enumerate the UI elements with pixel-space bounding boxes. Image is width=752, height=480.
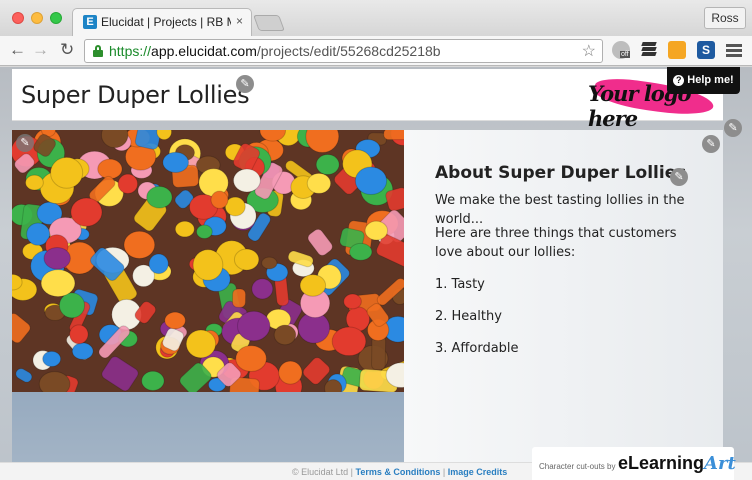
forward-arrow-icon[interactable]: → (32, 40, 49, 60)
edit-title-icon[interactable]: ✎ (236, 75, 254, 93)
browser-tab[interactable]: E Elucidat | Projects | RB Ma × (72, 8, 252, 36)
candy-piece (185, 329, 217, 359)
candy-piece (354, 166, 388, 196)
address-bar[interactable]: https://app.elucidat.com/projects/edit/5… (84, 39, 603, 63)
candy-piece (299, 274, 327, 297)
tab-close-icon[interactable]: × (236, 14, 243, 28)
list-item-affordable[interactable]: 3. Affordable (435, 339, 705, 358)
candy-piece (331, 326, 367, 357)
image-credits-link[interactable]: Image Credits (448, 467, 508, 477)
footer-links: © Elucidat Ltd | Terms & Conditions | Im… (292, 467, 507, 477)
candy-piece (50, 156, 84, 189)
candy-piece (383, 130, 404, 141)
window-minimize-button[interactable] (31, 12, 43, 24)
candy-piece (38, 371, 71, 392)
new-tab-button[interactable] (253, 15, 285, 31)
url-text: https://app.elucidat.com/projects/edit/5… (109, 43, 441, 59)
candy-piece (233, 248, 260, 271)
page-viewport: Super Duper Lollies ✎ Your logo here ? He… (0, 67, 752, 480)
candy-piece (69, 324, 89, 345)
tab-title: Elucidat | Projects | RB Ma (101, 15, 231, 29)
elucidat-favicon-icon: E (83, 15, 97, 29)
reload-icon[interactable]: ↻ (60, 40, 74, 60)
candy-piece (146, 185, 173, 209)
candy-piece (42, 350, 62, 368)
footer-sep: | (348, 467, 356, 477)
edit-section-icon[interactable]: ✎ (724, 119, 742, 137)
url-scheme: https:// (109, 43, 152, 59)
credit-brand-art: Art (704, 453, 736, 474)
candy-piece (364, 220, 389, 241)
edit-image-icon[interactable]: ✎ (16, 134, 34, 152)
s-extension-icon[interactable]: S (697, 41, 715, 59)
footer-sep: | (440, 467, 448, 477)
owl-badge: off (620, 51, 630, 58)
terms-link[interactable]: Terms & Conditions (356, 467, 441, 477)
lock-icon (93, 45, 103, 57)
star-icon[interactable]: ☆ (582, 41, 596, 61)
help-me-button[interactable]: ? Help me! (667, 67, 740, 94)
page-header: Super Duper Lollies ✎ Your logo here (12, 69, 723, 131)
lollies-image[interactable]: ✎ (12, 130, 404, 392)
candy-piece (40, 269, 76, 298)
owl-extension-icon[interactable]: off (612, 41, 630, 59)
candy-piece (235, 345, 267, 372)
candy-piece (148, 253, 169, 275)
candy-piece (97, 158, 123, 180)
candy-piece (236, 310, 271, 342)
candy-piece (25, 174, 44, 191)
candy-piece (43, 246, 71, 270)
candy-piece (70, 197, 103, 227)
help-label: Help me! (687, 74, 734, 86)
back-arrow-icon[interactable]: ← (9, 40, 26, 60)
candy-piece (349, 242, 373, 261)
candy-piece (192, 249, 224, 281)
page-title[interactable]: Super Duper Lollies (21, 81, 250, 109)
buffer-extension-icon[interactable] (640, 41, 658, 59)
url-path: /projects/edit/55268cd25218b (256, 43, 441, 59)
candy-piece (164, 311, 186, 330)
hamburger-menu-icon[interactable] (726, 44, 742, 59)
window-maximize-button[interactable] (50, 12, 62, 24)
about-heading[interactable]: About Super Duper Lollies (435, 163, 686, 183)
note-extension-icon[interactable] (668, 41, 686, 59)
candy-piece (343, 293, 362, 310)
candy-piece (231, 288, 247, 308)
candy-piece (117, 173, 139, 194)
candy-piece (232, 168, 261, 193)
candy-piece (123, 230, 156, 259)
candy-piece (141, 370, 165, 391)
candy-piece (278, 360, 303, 385)
footer-copyright: © Elucidat Ltd (292, 467, 349, 477)
candy-piece (251, 278, 274, 300)
candy-piece (71, 342, 94, 360)
elearning-art-credit[interactable]: Character cut-outs by eLearningArt (532, 447, 736, 480)
list-item-tasty[interactable]: 1. Tasty (435, 275, 705, 294)
elearning-art-logo: eLearningArt (618, 453, 736, 474)
candy-piece (58, 292, 86, 319)
credit-brand: eLearning (618, 453, 705, 473)
list-item-healthy[interactable]: 2. Healthy (435, 307, 705, 326)
candy-piece (196, 224, 213, 239)
question-icon: ? (673, 75, 685, 86)
candy-piece (210, 190, 229, 209)
user-profile-button[interactable]: Ross (704, 7, 746, 29)
candy-piece (273, 324, 297, 346)
edit-heading-icon[interactable]: ✎ (670, 168, 688, 186)
browser-toolbar: ← → ↻ https://app.elucidat.com/projects/… (0, 36, 752, 66)
candy-piece (315, 154, 340, 176)
browser-titlebar: E Elucidat | Projects | RB Ma × Ross (0, 0, 752, 36)
credit-text: Character cut-outs by (539, 462, 616, 471)
window-close-button[interactable] (12, 12, 24, 24)
url-host: app.elucidat.com (151, 43, 257, 59)
candy-piece (261, 256, 278, 270)
lollies-photo (12, 130, 404, 392)
candy-piece (174, 220, 195, 238)
candy-piece (306, 172, 332, 194)
candy-piece (162, 151, 189, 174)
edit-panel-icon[interactable]: ✎ (702, 135, 720, 153)
about-lead[interactable]: Here are three things that customers lov… (435, 224, 705, 262)
about-panel: ✎ About Super Duper Lollies ✎ We make th… (404, 130, 723, 480)
